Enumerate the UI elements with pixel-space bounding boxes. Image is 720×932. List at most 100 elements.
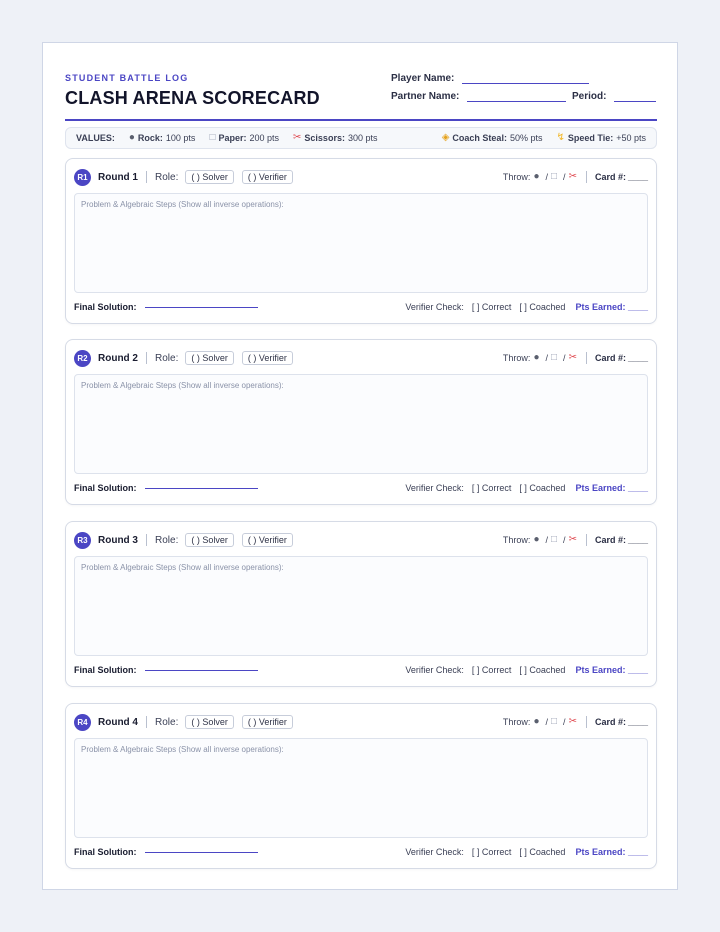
scissors-icon[interactable]: ✂: [569, 535, 577, 545]
correct-checkbox[interactable]: [ ] Correct: [472, 483, 512, 493]
paper-icon[interactable]: □: [551, 717, 557, 727]
pts-earned-field[interactable]: Pts Earned: ____: [575, 665, 648, 675]
throw-label: Throw:: [502, 535, 531, 545]
round-footer: Final Solution: Verifier Check: [ ] Corr…: [74, 481, 648, 495]
work-area[interactable]: Problem & Algebraic Steps (Show all inve…: [74, 193, 648, 293]
round-header: R3 Round 3 Role: ( ) Solver ( ) Verifier…: [74, 530, 648, 550]
final-solution-line[interactable]: [144, 487, 258, 489]
card-number-field[interactable]: Card #: ____: [595, 717, 648, 727]
correct-checkbox[interactable]: [ ] Correct: [472, 665, 512, 675]
card-number-field[interactable]: Card #: ____: [595, 353, 648, 363]
throw-group: Throw: ● / □ / ✂: [502, 171, 577, 183]
scissors-icon[interactable]: ✂: [569, 172, 577, 182]
role-label: Role:: [155, 716, 179, 728]
divider: [585, 171, 587, 183]
verifier-option[interactable]: ( ) Verifier: [241, 351, 293, 365]
divider: [146, 171, 147, 183]
round-card-2: R2 Round 2 Role: ( ) Solver ( ) Verifier…: [65, 339, 657, 505]
round-badge: R4: [74, 713, 91, 731]
values-label: VALUES:: [76, 133, 115, 143]
verifier-option[interactable]: ( ) Verifier: [241, 533, 293, 547]
final-solution-label: Final Solution:: [74, 302, 137, 312]
final-solution-line[interactable]: [144, 851, 258, 853]
work-hint: Problem & Algebraic Steps (Show all inve…: [81, 745, 284, 754]
round-header: R1 Round 1 Role: ( ) Solver ( ) Verifier…: [74, 167, 648, 187]
round-title: Round 1: [98, 171, 138, 183]
role-label: Role:: [155, 534, 179, 546]
divider: [146, 534, 147, 546]
final-solution-label: Final Solution:: [74, 847, 137, 857]
pts-earned-field[interactable]: Pts Earned: ____: [575, 847, 648, 857]
role-label: Role:: [155, 352, 179, 364]
partner-name-field[interactable]: Partner Name:: [391, 91, 567, 102]
header-rule: [65, 119, 657, 121]
period-line[interactable]: [614, 92, 657, 102]
pts-earned-field[interactable]: Pts Earned: ____: [575, 302, 648, 312]
scorecard-sheet: STUDENT BATTLE LOG CLASH ARENA SCORECARD…: [42, 42, 678, 890]
throw-group: Throw: ● / □ / ✂: [502, 716, 577, 728]
correct-checkbox[interactable]: [ ] Correct: [472, 302, 512, 312]
paper-value: □ Paper: 200 pts: [209, 132, 280, 144]
throw-group: Throw: ● / □ / ✂: [502, 534, 577, 546]
paper-icon[interactable]: □: [551, 172, 557, 182]
role-label: Role:: [155, 171, 179, 183]
work-area[interactable]: Problem & Algebraic Steps (Show all inve…: [74, 556, 648, 656]
rock-icon[interactable]: ●: [533, 717, 539, 727]
work-area[interactable]: Problem & Algebraic Steps (Show all inve…: [74, 374, 648, 474]
verifier-option[interactable]: ( ) Verifier: [241, 170, 293, 184]
coached-checkbox[interactable]: [ ] Coached: [519, 665, 565, 675]
work-hint: Problem & Algebraic Steps (Show all inve…: [81, 200, 284, 209]
solver-option[interactable]: ( ) Solver: [185, 715, 234, 729]
solver-option[interactable]: ( ) Solver: [185, 533, 234, 547]
rock-icon[interactable]: ●: [533, 172, 539, 182]
coached-checkbox[interactable]: [ ] Coached: [519, 847, 565, 857]
card-number-field[interactable]: Card #: ____: [595, 535, 648, 545]
pts-earned-field[interactable]: Pts Earned: ____: [575, 483, 648, 493]
verifier-check-label: Verifier Check:: [405, 847, 464, 857]
correct-checkbox[interactable]: [ ] Correct: [472, 847, 512, 857]
round-footer: Final Solution: Verifier Check: [ ] Corr…: [74, 300, 648, 314]
rock-icon[interactable]: ●: [533, 353, 539, 363]
solver-option[interactable]: ( ) Solver: [185, 170, 234, 184]
divider: [146, 352, 147, 364]
rock-value: ● Rock: 100 pts: [128, 132, 196, 144]
verifier-check-label: Verifier Check:: [405, 483, 464, 493]
coached-checkbox[interactable]: [ ] Coached: [519, 483, 565, 493]
round-footer: Final Solution: Verifier Check: [ ] Corr…: [74, 845, 648, 859]
rock-icon[interactable]: ●: [533, 535, 539, 545]
round-title: Round 2: [98, 352, 138, 364]
page-title: CLASH ARENA SCORECARD: [65, 88, 320, 108]
paper-icon[interactable]: □: [551, 353, 557, 363]
partner-name-label: Partner Name:: [391, 91, 460, 102]
lightning-icon: ↯: [556, 132, 565, 143]
paper-icon: □: [209, 132, 216, 143]
scissors-icon[interactable]: ✂: [569, 353, 577, 363]
divider: [585, 352, 587, 364]
coached-checkbox[interactable]: [ ] Coached: [519, 302, 565, 312]
card-number-field[interactable]: Card #: ____: [595, 172, 648, 182]
solver-option[interactable]: ( ) Solver: [185, 351, 234, 365]
verifier-check-label: Verifier Check:: [405, 302, 464, 312]
player-name-label: Player Name:: [391, 73, 455, 84]
throw-label: Throw:: [502, 353, 531, 363]
round-card-3: R3 Round 3 Role: ( ) Solver ( ) Verifier…: [65, 521, 657, 687]
paper-icon[interactable]: □: [551, 535, 557, 545]
period-field[interactable]: Period:: [572, 91, 657, 102]
work-area[interactable]: Problem & Algebraic Steps (Show all inve…: [74, 738, 648, 838]
player-name-field[interactable]: Player Name:: [391, 73, 590, 84]
player-name-line[interactable]: [462, 74, 590, 84]
verifier-check-label: Verifier Check:: [405, 665, 464, 675]
round-badge: R2: [74, 349, 91, 367]
final-solution-line[interactable]: [144, 306, 258, 308]
eyebrow: STUDENT BATTLE LOG: [65, 73, 189, 83]
partner-name-line[interactable]: [467, 92, 567, 102]
final-solution-label: Final Solution:: [74, 483, 137, 493]
scissors-icon[interactable]: ✂: [569, 717, 577, 727]
round-title: Round 3: [98, 534, 138, 546]
final-solution-line[interactable]: [144, 669, 258, 671]
round-card-1: R1 Round 1 Role: ( ) Solver ( ) Verifier…: [65, 158, 657, 324]
divider: [585, 716, 587, 728]
work-hint: Problem & Algebraic Steps (Show all inve…: [81, 563, 284, 572]
final-solution-label: Final Solution:: [74, 665, 137, 675]
verifier-option[interactable]: ( ) Verifier: [241, 715, 293, 729]
